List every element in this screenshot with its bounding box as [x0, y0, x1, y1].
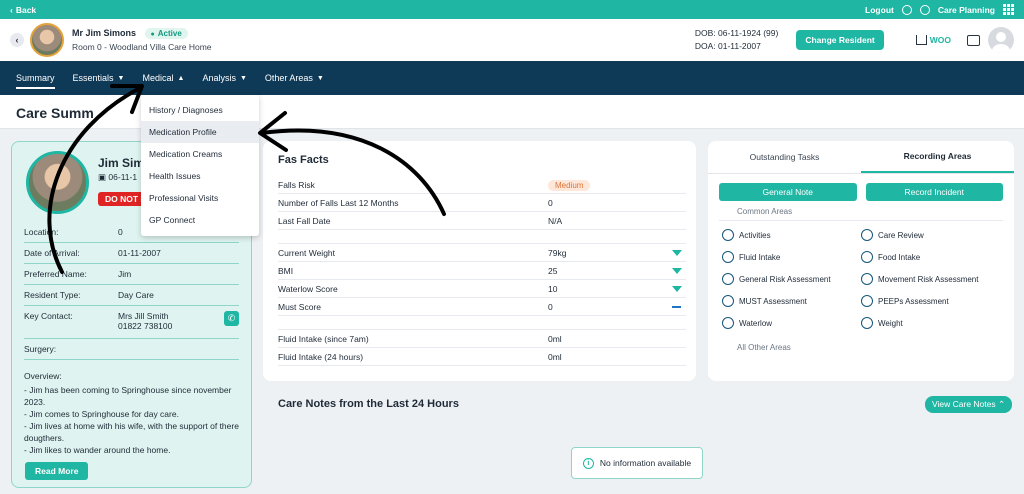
arrow-to-medication-profile	[260, 128, 446, 216]
annotation-arrows	[47, 84, 446, 274]
arrow-to-medical-menu	[47, 86, 142, 274]
